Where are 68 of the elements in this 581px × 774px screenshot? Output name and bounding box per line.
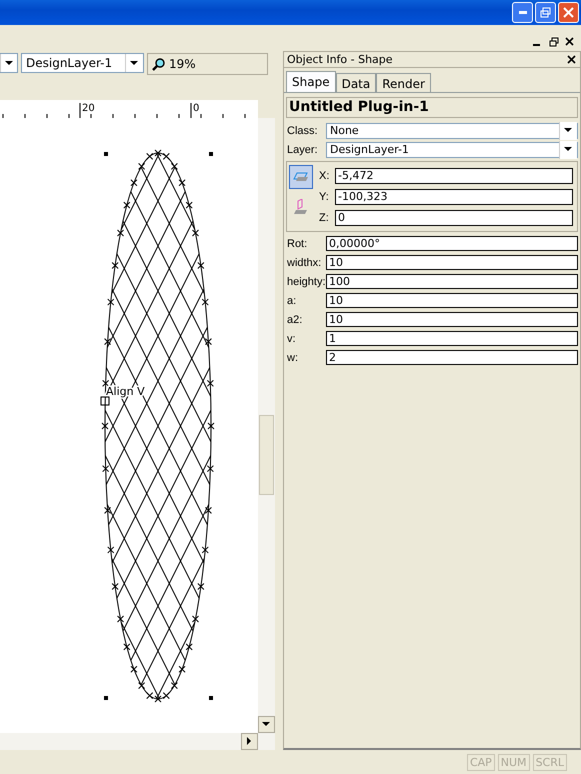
field-label: Class: — [287, 124, 319, 136]
field-label: heighty: — [287, 276, 326, 288]
input-field[interactable]: 1 — [326, 331, 578, 346]
input-field[interactable]: 100 — [326, 274, 578, 289]
field-label: widthx: — [287, 256, 322, 268]
field-label: v: — [287, 332, 297, 344]
arrow-icon — [262, 722, 271, 727]
field-label: a: — [287, 294, 298, 306]
dropdown[interactable]: None — [326, 122, 578, 138]
plane-mode-button[interactable] — [289, 165, 313, 189]
restore-icon — [540, 7, 551, 18]
input-field[interactable]: 0 — [335, 210, 573, 226]
selection-handle[interactable] — [104, 696, 108, 700]
input-field[interactable]: 10 — [326, 255, 578, 270]
selection-handle[interactable] — [104, 152, 108, 156]
arrow-icon — [130, 60, 139, 66]
magnifier-icon — [152, 57, 166, 71]
status-indicator: CAP — [466, 754, 495, 770]
dropdown-button[interactable] — [559, 122, 577, 140]
vertical-scrollbar[interactable] — [258, 118, 275, 733]
arrow-icon — [4, 60, 14, 66]
input-field[interactable]: 2 — [326, 350, 578, 365]
field-label: Y: — [319, 190, 330, 202]
field-label: Z: — [319, 212, 330, 224]
control-point-handle[interactable] — [100, 396, 110, 406]
dropdown[interactable]: DesignLayer-1 — [326, 142, 578, 158]
panel-title: Object Info - Shape — [287, 53, 393, 66]
input-field[interactable]: -100,323 — [335, 188, 573, 204]
zoom-field[interactable]: 19% — [147, 53, 268, 75]
minimize-icon — [518, 11, 526, 14]
selection-handle[interactable] — [209, 152, 213, 156]
field-label: X: — [319, 170, 330, 182]
scroll-right-button[interactable] — [241, 733, 258, 750]
tab[interactable]: Render — [376, 73, 431, 92]
arrow-icon — [564, 147, 573, 152]
close-icon — [565, 37, 574, 46]
scroll-thumb[interactable] — [259, 415, 274, 495]
field-label: w: — [287, 352, 299, 364]
field-label: Rot: — [287, 238, 308, 250]
tab[interactable]: Data — [336, 73, 376, 92]
field-label: Layer: — [287, 144, 319, 156]
close-button[interactable] — [567, 54, 577, 64]
restore-button[interactable] — [549, 37, 559, 47]
scroll-down-button[interactable] — [258, 716, 275, 733]
selection-handle[interactable] — [209, 696, 213, 700]
ruler-label: 0 — [193, 103, 200, 114]
input-field[interactable]: 10 — [326, 293, 578, 308]
close-button[interactable] — [565, 37, 575, 47]
close-icon — [563, 7, 574, 18]
field-label: a2: — [287, 314, 304, 326]
plane-icon — [293, 171, 309, 183]
layer-dropdown[interactable]: DesignLayer-1 — [21, 53, 144, 73]
dropdown-button[interactable] — [559, 140, 577, 158]
arrow-icon — [564, 128, 573, 133]
minimize-icon — [533, 44, 540, 46]
restore-icon — [549, 37, 559, 47]
status-indicator: NUM — [498, 754, 530, 770]
input-field[interactable]: 0,00000° — [326, 236, 578, 251]
horizontal-scrollbar[interactable] — [0, 733, 275, 750]
input-field[interactable]: -5,472 — [335, 168, 573, 184]
tab[interactable]: Shape — [286, 71, 336, 92]
input-field[interactable]: 10 — [326, 312, 578, 327]
arrow-icon — [247, 737, 252, 746]
close-icon — [567, 54, 576, 64]
object-name: Untitled Plug-in-1 — [286, 97, 578, 118]
ruler-label: 20 — [82, 103, 95, 114]
status-indicator: SCRL — [532, 754, 567, 770]
plane-icon — [293, 199, 309, 215]
